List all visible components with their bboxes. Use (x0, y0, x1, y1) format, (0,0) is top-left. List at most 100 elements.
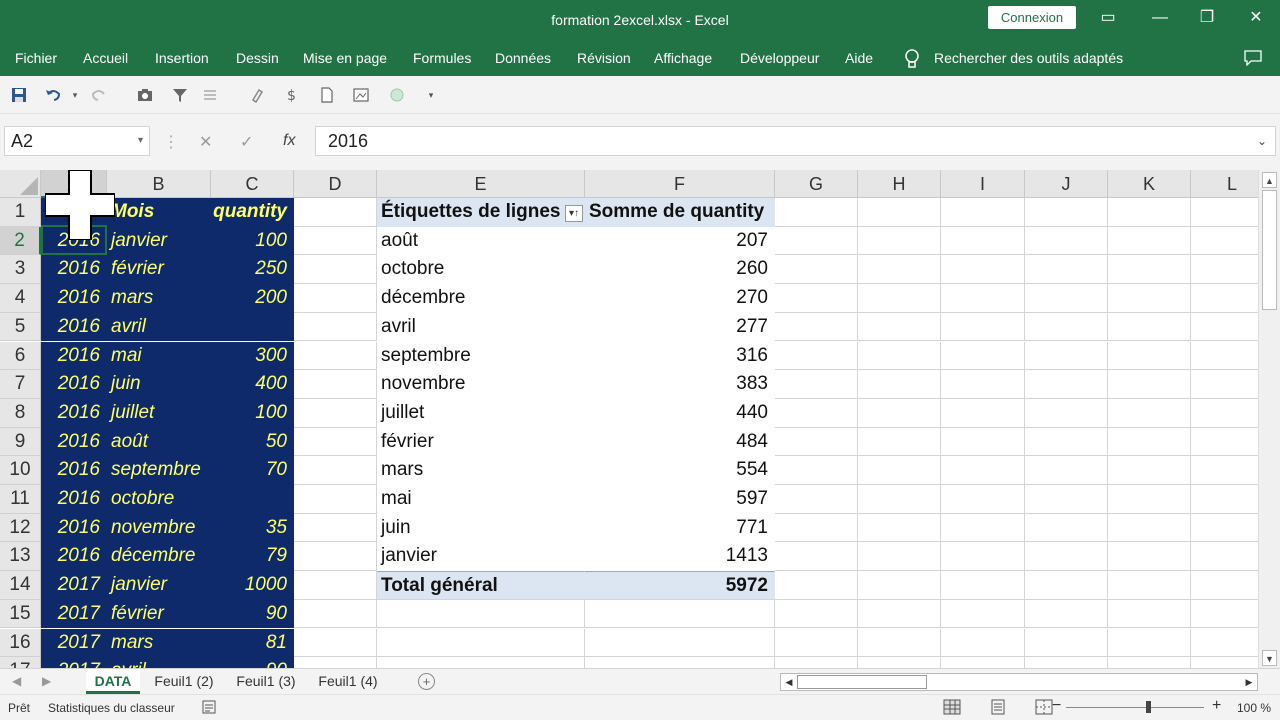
row-header-1[interactable]: 1 (0, 198, 41, 227)
grid-cell[interactable] (1108, 513, 1191, 543)
tab-mise-en-page[interactable]: Mise en page (303, 50, 387, 66)
grid-cell[interactable] (858, 198, 941, 227)
grid-cell[interactable] (941, 599, 1025, 629)
grid-cell[interactable] (1108, 571, 1191, 600)
grid-cell[interactable] (1108, 485, 1191, 514)
table-cell[interactable]: 79 (211, 542, 294, 572)
pivot-row-value[interactable]: 771 (585, 513, 775, 543)
column-header-j[interactable]: J (1025, 170, 1108, 198)
tab-accueil[interactable]: Accueil (83, 50, 128, 66)
table-cell[interactable]: 2016 (41, 312, 107, 342)
pivot-row-value[interactable]: 1413 (585, 542, 775, 572)
grid-cell[interactable] (294, 571, 377, 600)
table-cell[interactable]: août (107, 427, 211, 457)
grid-cell[interactable] (1025, 398, 1108, 428)
currency-icon[interactable]: $ (283, 86, 301, 104)
table-cell[interactable]: février (107, 599, 211, 629)
table-cell[interactable]: 2016 (41, 513, 107, 543)
grid-cell[interactable] (858, 341, 941, 371)
circle-icon[interactable] (388, 86, 406, 104)
pivot-row-value[interactable]: 597 (585, 485, 775, 514)
grid-cell[interactable] (294, 341, 377, 371)
row-header-12[interactable]: 12 (0, 513, 41, 543)
table-cell[interactable]: 250 (211, 255, 294, 285)
page-break-view-icon[interactable] (1034, 699, 1054, 715)
table-header-cell[interactable]: Mois (107, 198, 211, 227)
grid-cell[interactable] (1025, 542, 1108, 572)
grid-cell[interactable] (775, 599, 858, 629)
table-cell[interactable]: mars (107, 628, 211, 658)
grid-cell[interactable] (1191, 542, 1258, 572)
grid-cell[interactable] (1025, 198, 1108, 227)
column-header-d[interactable]: D (294, 170, 377, 198)
row-header-16[interactable]: 16 (0, 628, 41, 658)
pivot-total-value[interactable]: 5972 (585, 571, 775, 600)
table-cell[interactable]: 2017 (41, 599, 107, 629)
grid-cell[interactable] (1025, 456, 1108, 485)
grid-cell[interactable] (1191, 198, 1258, 227)
pivot-row-label[interactable]: novembre (377, 370, 585, 399)
grid-cell[interactable] (1025, 657, 1108, 668)
row-header-3[interactable]: 3 (0, 255, 41, 285)
grid-cell[interactable] (377, 657, 585, 668)
grid-cell[interactable] (775, 284, 858, 313)
table-cell[interactable]: avril (107, 657, 211, 668)
table-cell[interactable]: 2016 (41, 284, 107, 313)
expand-formula-bar-icon[interactable]: ⌄ (1257, 127, 1267, 155)
row-header-13[interactable]: 13 (0, 542, 41, 572)
grid-cell[interactable] (941, 370, 1025, 399)
grid-cell[interactable] (294, 599, 377, 629)
close-icon[interactable]: ✕ (1241, 6, 1271, 30)
column-header-e[interactable]: E (377, 170, 585, 198)
row-header-2[interactable]: 2 (0, 226, 41, 256)
table-cell[interactable]: 70 (211, 456, 294, 485)
grid-cell[interactable] (294, 312, 377, 342)
pivot-row-label[interactable]: septembre (377, 341, 585, 371)
table-cell[interactable]: janvier (107, 226, 211, 256)
grid-cell[interactable] (1025, 571, 1108, 600)
grid-cell[interactable] (858, 226, 941, 256)
name-box[interactable]: A2 ▾ (4, 126, 150, 156)
table-cell[interactable]: avril (107, 312, 211, 342)
pivot-total-label[interactable]: Total général (377, 571, 585, 600)
workbook-statistics[interactable]: Statistiques du classeur (48, 701, 175, 715)
grid-cell[interactable] (775, 341, 858, 371)
tab-insertion[interactable]: Insertion (155, 50, 209, 66)
table-cell[interactable]: 2016 (41, 456, 107, 485)
grid-cell[interactable] (858, 456, 941, 485)
add-sheet-icon[interactable]: + (418, 673, 435, 690)
grid-cell[interactable] (858, 370, 941, 399)
vertical-scrollbar[interactable]: ▲ ▼ (1258, 170, 1280, 668)
select-all-button[interactable] (0, 170, 41, 198)
grid-cell[interactable] (941, 341, 1025, 371)
grid-cell[interactable] (1191, 227, 1258, 256)
grid-cell[interactable] (858, 255, 941, 285)
table-cell[interactable]: février (107, 255, 211, 285)
row-header-17[interactable]: 17 (0, 657, 41, 668)
customize-qat-icon[interactable]: ▾ (422, 86, 440, 104)
picture-icon[interactable] (352, 86, 370, 104)
grid-cell[interactable] (1108, 312, 1191, 342)
grid-cell[interactable] (1025, 255, 1108, 285)
grid-cell[interactable] (294, 255, 377, 285)
row-header-6[interactable]: 6 (0, 341, 41, 371)
pivot-values-header[interactable]: Somme de quantity (585, 198, 775, 227)
table-cell[interactable]: 100 (211, 226, 294, 256)
grid-cell[interactable] (294, 513, 377, 543)
row-header-15[interactable]: 15 (0, 599, 41, 629)
tab-fichier[interactable]: Fichier (15, 50, 57, 66)
grid-cell[interactable] (941, 542, 1025, 572)
grid-cell[interactable] (858, 312, 941, 342)
grid-cell[interactable] (1108, 398, 1191, 428)
row-header-7[interactable]: 7 (0, 370, 41, 399)
grid-cell[interactable] (941, 485, 1025, 514)
table-cell[interactable]: 400 (211, 370, 294, 399)
pivot-row-label[interactable]: mai (377, 485, 585, 514)
ribbon-display-options-icon[interactable]: ▭ (1093, 6, 1123, 30)
table-cell[interactable]: décembre (107, 542, 211, 572)
table-cell[interactable]: 50 (211, 427, 294, 457)
row-header-5[interactable]: 5 (0, 312, 41, 342)
grid-cell[interactable] (1191, 399, 1258, 428)
table-cell[interactable]: 2016 (41, 427, 107, 457)
grid-cell[interactable] (858, 513, 941, 543)
